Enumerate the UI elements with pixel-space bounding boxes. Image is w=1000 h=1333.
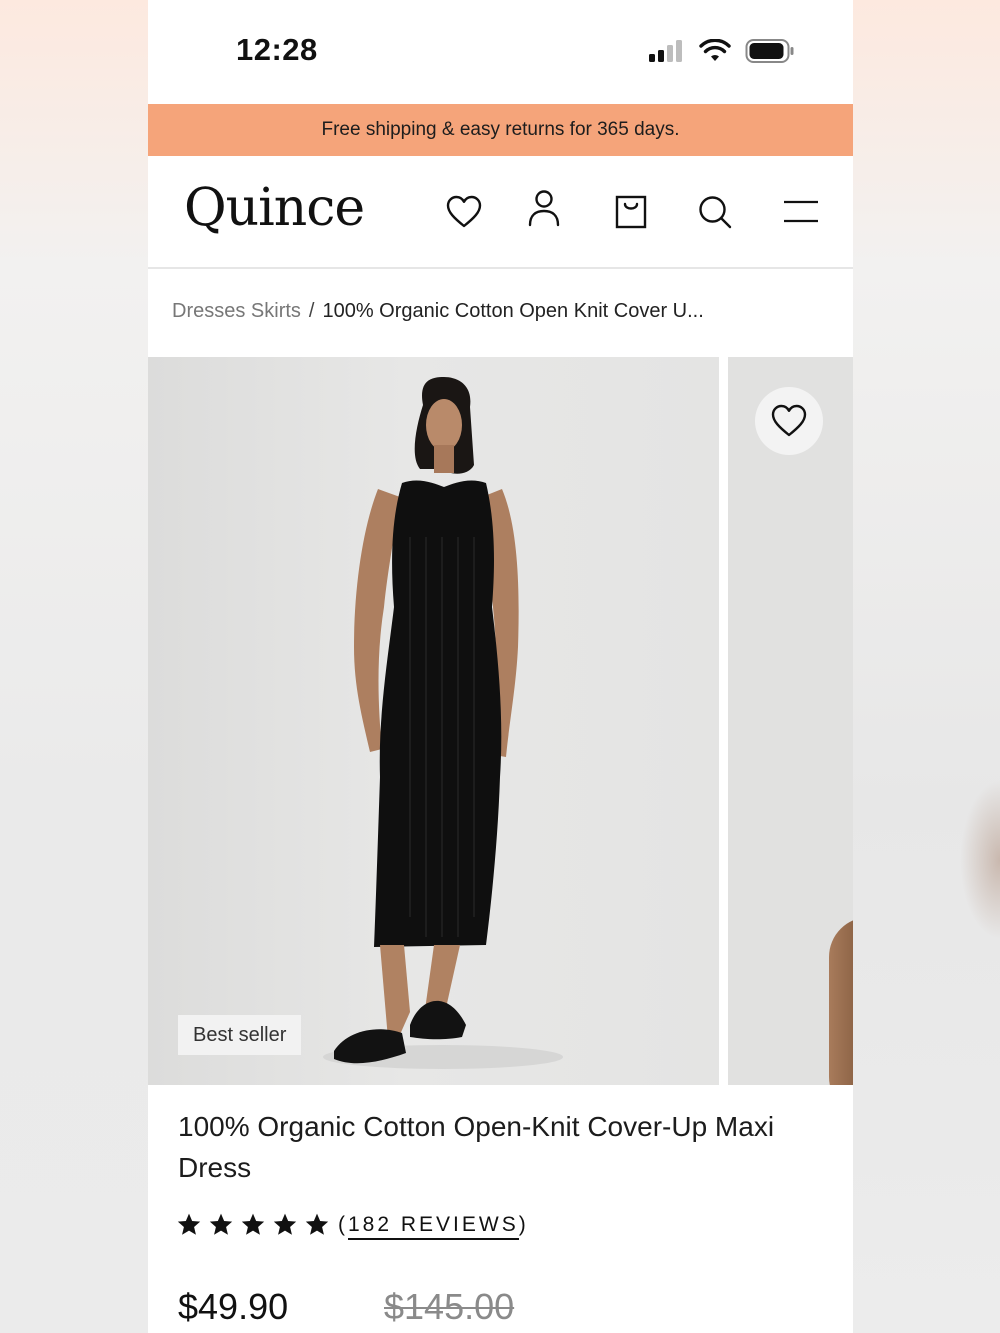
account-button[interactable] [524,188,564,228]
star-icon [209,1213,233,1235]
cellular-signal-icon [649,40,682,62]
heart-icon [446,195,482,228]
product-image-main[interactable]: Best seller [148,357,719,1085]
phone-screen: 12:28 Free shipping & easy returns for 3… [148,0,853,1333]
status-bar: 12:28 [148,0,853,104]
breadcrumb-parent-link[interactable]: Dresses Skirts [172,300,301,322]
menu-icon [784,200,818,223]
search-button[interactable] [695,192,735,232]
breadcrumb-current: 100% Organic Cotton Open Knit Cover U... [322,300,704,322]
star-icon [241,1213,265,1235]
user-icon [528,190,560,227]
status-time: 12:28 [236,32,318,67]
product-title: 100% Organic Cotton Open-Knit Cover-Up M… [178,1111,775,1183]
cart-button[interactable] [611,192,651,232]
reviews-link[interactable]: 182 REVIEWS [348,1213,519,1240]
status-icons [649,38,795,64]
star-icon [305,1213,329,1235]
star-icon [273,1213,297,1235]
battery-icon [745,39,794,63]
model-arm-partial [829,917,853,1085]
quince-logo[interactable]: Quince [184,178,365,238]
shopping-bag-icon [615,195,647,229]
heart-icon [771,404,807,437]
sale-price: $49.90 [178,1286,289,1327]
model-photo [323,377,563,1069]
site-header: Quince [148,156,853,269]
reviews-count[interactable]: (182 REVIEWS) [338,1213,529,1240]
promo-banner[interactable]: Free shipping & easy returns for 365 day… [148,104,853,156]
wishlist-button[interactable] [444,192,484,232]
original-price: $145.00 [384,1286,515,1327]
product-gallery[interactable]: Best seller [148,357,853,1085]
menu-button[interactable] [781,192,821,232]
add-to-wishlist-button[interactable] [755,387,823,455]
background-left [0,0,148,1333]
star-icon [177,1213,201,1235]
product-rating[interactable]: (182 REVIEWS) [176,1212,529,1240]
breadcrumb: Dresses Skirts / 100% Organic Cotton Open … [172,300,704,323]
breadcrumb-separator: / [308,300,315,322]
best-seller-badge: Best seller [178,1015,302,1055]
wifi-icon [699,39,731,61]
background-right [853,0,1000,1333]
promo-text: Free shipping & easy returns for 365 day… [321,119,680,140]
rating-stars [176,1212,330,1238]
search-icon [699,196,732,229]
product-image-next[interactable] [728,357,853,1085]
